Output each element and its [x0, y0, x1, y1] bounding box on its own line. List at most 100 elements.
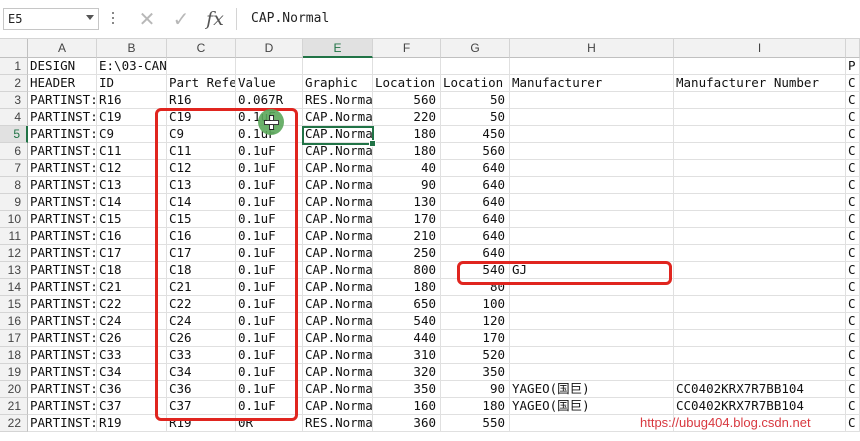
cell-g12[interactable]: 640	[441, 245, 510, 262]
cell-h8[interactable]	[510, 177, 674, 194]
cell-c14[interactable]: C21	[167, 279, 236, 296]
cell-i15[interactable]	[674, 296, 846, 313]
cell-a7[interactable]: PARTINST:C12	[28, 160, 97, 177]
cell-f10[interactable]: 170	[373, 211, 441, 228]
cell-h20[interactable]: YAGEO(国巨)	[510, 381, 674, 398]
cell-c8[interactable]: C13	[167, 177, 236, 194]
cell-e8[interactable]: CAP.Normal	[303, 177, 373, 194]
cell-i18[interactable]	[674, 347, 846, 364]
cell-h15[interactable]	[510, 296, 674, 313]
cell-g21[interactable]: 180	[441, 398, 510, 415]
cell-f18[interactable]: 310	[373, 347, 441, 364]
cell-j10[interactable]: C	[846, 211, 860, 228]
cell-a13[interactable]: PARTINST:C18	[28, 262, 97, 279]
cell-b9[interactable]: C14	[97, 194, 167, 211]
cell-b2[interactable]: ID	[97, 75, 167, 92]
cell-h11[interactable]	[510, 228, 674, 245]
cell-d17[interactable]: 0.1uF	[236, 330, 303, 347]
cell-i13[interactable]	[674, 262, 846, 279]
cell-j11[interactable]: C	[846, 228, 860, 245]
cell-g3[interactable]: 50	[441, 92, 510, 109]
cell-i5[interactable]	[674, 126, 846, 143]
cell-j16[interactable]: C	[846, 313, 860, 330]
cell-g19[interactable]: 350	[441, 364, 510, 381]
cell-d11[interactable]: 0.1uF	[236, 228, 303, 245]
cell-g18[interactable]: 520	[441, 347, 510, 364]
cell-d8[interactable]: 0.1uF	[236, 177, 303, 194]
cell-e5[interactable]: CAP.Normal	[303, 126, 373, 143]
cell-j5[interactable]: C	[846, 126, 860, 143]
cell-b13[interactable]: C18	[97, 262, 167, 279]
cell-e17[interactable]: CAP.Normal	[303, 330, 373, 347]
cell-i19[interactable]	[674, 364, 846, 381]
cell-g11[interactable]: 640	[441, 228, 510, 245]
cell-d7[interactable]: 0.1uF	[236, 160, 303, 177]
cell-c1[interactable]	[167, 58, 236, 75]
cell-i2[interactable]: Manufacturer Number	[674, 75, 846, 92]
cell-d20[interactable]: 0.1uF	[236, 381, 303, 398]
cell-a22[interactable]: PARTINST:R19	[28, 415, 97, 432]
cell-b3[interactable]: R16	[97, 92, 167, 109]
cell-e11[interactable]: CAP.Normal	[303, 228, 373, 245]
cell-b22[interactable]: R19	[97, 415, 167, 432]
cell-g20[interactable]: 90	[441, 381, 510, 398]
row-header-18[interactable]: 18	[0, 347, 28, 364]
cell-d12[interactable]: 0.1uF	[236, 245, 303, 262]
cell-j12[interactable]: C	[846, 245, 860, 262]
cell-i9[interactable]	[674, 194, 846, 211]
cell-a18[interactable]: PARTINST:C33	[28, 347, 97, 364]
cell-h10[interactable]	[510, 211, 674, 228]
cell-d19[interactable]: 0.1uF	[236, 364, 303, 381]
cell-i14[interactable]	[674, 279, 846, 296]
cell-f11[interactable]: 210	[373, 228, 441, 245]
cell-a1[interactable]: DESIGN	[28, 58, 97, 75]
column-header-f[interactable]: F	[373, 39, 441, 58]
row-header-12[interactable]: 12	[0, 245, 28, 262]
column-header-g[interactable]: G	[441, 39, 510, 58]
cell-b1[interactable]: E:\03-CANDENCE\EEG_MAIN\EEG_MAIN.DSN	[97, 58, 167, 75]
cell-b18[interactable]: C33	[97, 347, 167, 364]
cell-j22[interactable]: C	[846, 415, 860, 432]
cell-i17[interactable]	[674, 330, 846, 347]
cell-d13[interactable]: 0.1uF	[236, 262, 303, 279]
cell-j20[interactable]: C	[846, 381, 860, 398]
cell-j6[interactable]: C	[846, 143, 860, 160]
cell-j3[interactable]: C	[846, 92, 860, 109]
cell-f4[interactable]: 220	[373, 109, 441, 126]
cell-b11[interactable]: C16	[97, 228, 167, 245]
chevron-down-icon[interactable]	[86, 15, 94, 20]
drag-handle-icon[interactable]	[108, 12, 118, 26]
cell-h12[interactable]	[510, 245, 674, 262]
cell-e10[interactable]: CAP.Normal	[303, 211, 373, 228]
cell-d3[interactable]: 0.067R	[236, 92, 303, 109]
row-header-7[interactable]: 7	[0, 160, 28, 177]
cell-f8[interactable]: 90	[373, 177, 441, 194]
cell-f15[interactable]: 650	[373, 296, 441, 313]
row-header-9[interactable]: 9	[0, 194, 28, 211]
cell-c12[interactable]: C17	[167, 245, 236, 262]
cell-c10[interactable]: C15	[167, 211, 236, 228]
cell-c22[interactable]: R19	[167, 415, 236, 432]
cell-a11[interactable]: PARTINST:C16	[28, 228, 97, 245]
cell-g4[interactable]: 50	[441, 109, 510, 126]
cell-i11[interactable]	[674, 228, 846, 245]
row-header-19[interactable]: 19	[0, 364, 28, 381]
row-header-11[interactable]: 11	[0, 228, 28, 245]
cell-j9[interactable]: C	[846, 194, 860, 211]
cell-a12[interactable]: PARTINST:C17	[28, 245, 97, 262]
close-icon[interactable]: ✕	[132, 7, 162, 31]
cell-h17[interactable]	[510, 330, 674, 347]
cell-g6[interactable]: 560	[441, 143, 510, 160]
row-header-3[interactable]: 3	[0, 92, 28, 109]
column-header-d[interactable]: D	[236, 39, 303, 58]
cell-a9[interactable]: PARTINST:C14	[28, 194, 97, 211]
cell-h16[interactable]	[510, 313, 674, 330]
cell-b6[interactable]: C11	[97, 143, 167, 160]
cell-c6[interactable]: C11	[167, 143, 236, 160]
cell-i16[interactable]	[674, 313, 846, 330]
row-header-8[interactable]: 8	[0, 177, 28, 194]
cell-e13[interactable]: CAP.Normal	[303, 262, 373, 279]
insert-function-button[interactable]: fx	[200, 7, 230, 31]
cell-d16[interactable]: 0.1uF	[236, 313, 303, 330]
cell-d15[interactable]: 0.1uF	[236, 296, 303, 313]
